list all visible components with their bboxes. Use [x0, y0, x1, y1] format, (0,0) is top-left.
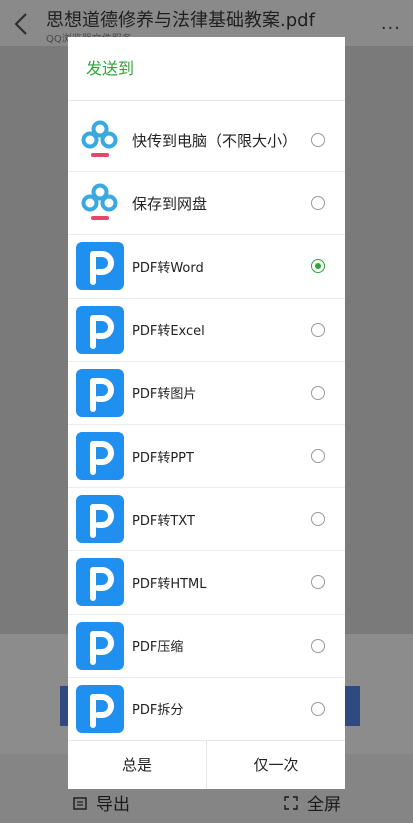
option-label: PDF转TXT: [132, 513, 195, 529]
list-item[interactable]: 快传到电脑（不限大小）: [68, 109, 345, 173]
pdf-app-icon: [76, 558, 124, 607]
pdf-app-icon: [76, 242, 124, 291]
list-item[interactable]: PDF压缩: [68, 615, 345, 678]
option-label: PDF压缩: [132, 640, 184, 656]
radio-button-selected[interactable]: [311, 259, 325, 274]
option-label: PDF转PPT: [132, 450, 194, 466]
radio-button[interactable]: [311, 449, 325, 464]
list-item[interactable]: PDF转HTML: [68, 551, 345, 615]
option-label: PDF转Excel: [132, 324, 205, 340]
option-label: 保存到网盘: [132, 194, 208, 213]
list-item[interactable]: PDF转图片: [68, 362, 345, 425]
pdf-app-icon: [76, 305, 124, 354]
export-icon: [73, 796, 87, 810]
option-label: 快传到电脑（不限大小）: [132, 131, 298, 150]
more-options-icon[interactable]: ···: [381, 18, 401, 39]
fullscreen-icon: [284, 795, 298, 810]
radio-button[interactable]: [311, 133, 325, 148]
radio-button[interactable]: [311, 701, 325, 716]
export-label: 导出: [96, 795, 130, 815]
cloud-disk-icon: [76, 179, 124, 227]
share-target-list: 快传到电脑（不限大小） 保存到网盘 PDF转Word PDF转Excel PDF…: [68, 109, 345, 741]
fullscreen-label: 全屏: [307, 795, 341, 815]
fullscreen-button[interactable]: 全屏: [283, 790, 341, 815]
option-label: PDF转HTML: [132, 576, 207, 592]
option-label: PDF拆分: [132, 703, 184, 719]
list-item[interactable]: PDF拆分: [68, 678, 345, 741]
cloud-transfer-icon: [76, 116, 124, 164]
dialog-actions: 总是 仅一次: [68, 740, 345, 789]
document-title: 思想道德修养与法律基础教案.pdf: [46, 10, 315, 31]
dialog-title: 发送到: [68, 37, 345, 101]
pdf-app-icon: [76, 432, 124, 481]
back-arrow-icon[interactable]: [10, 10, 34, 38]
export-button[interactable]: 导出: [72, 790, 130, 815]
radio-button[interactable]: [311, 575, 325, 590]
pdf-app-icon: [76, 684, 124, 733]
radio-button[interactable]: [311, 638, 325, 653]
option-label: PDF转Word: [132, 260, 204, 276]
list-item[interactable]: PDF转TXT: [68, 488, 345, 552]
always-button[interactable]: 总是: [68, 741, 206, 789]
radio-button[interactable]: [311, 322, 325, 337]
list-item[interactable]: 保存到网盘: [68, 172, 345, 236]
list-item[interactable]: PDF转Excel: [68, 299, 345, 362]
radio-button[interactable]: [311, 385, 325, 400]
radio-button[interactable]: [311, 196, 325, 211]
pdf-app-icon: [76, 495, 124, 544]
just-once-button[interactable]: 仅一次: [206, 741, 345, 789]
list-item[interactable]: PDF转PPT: [68, 425, 345, 489]
pdf-app-icon: [76, 368, 124, 417]
option-label: PDF转图片: [132, 387, 197, 403]
pdf-app-icon: [76, 621, 124, 670]
send-to-dialog: 发送到 快传到电脑（不限大小） 保存到网盘 PDF转Word PDF转Excel…: [68, 37, 345, 789]
radio-button[interactable]: [311, 512, 325, 527]
list-item[interactable]: PDF转Word: [68, 235, 345, 299]
